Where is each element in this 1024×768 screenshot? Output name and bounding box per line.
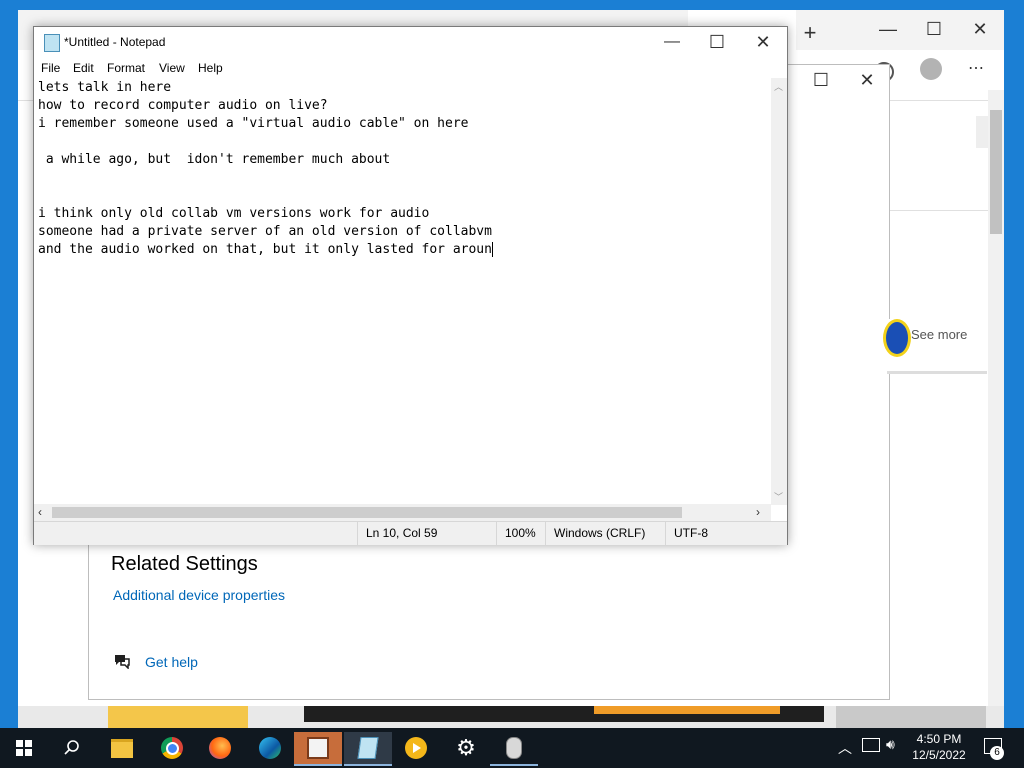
- network-icon[interactable]: [862, 738, 880, 752]
- taskbar: ⚙ ︿ 🔊︎ 4:50 PM 12/5/2022 6: [0, 728, 1024, 768]
- profile-avatar-icon[interactable]: [920, 58, 942, 80]
- text-editor-area[interactable]: lets talk in here how to record computer…: [38, 79, 772, 529]
- file-explorer-button[interactable]: [98, 732, 146, 764]
- promo-banner: [108, 706, 248, 728]
- text-line: how to record computer audio on live?: [38, 98, 328, 113]
- window-title: *Untitled - Notepad: [64, 35, 166, 49]
- search-button[interactable]: [48, 732, 96, 764]
- folder-icon: [111, 738, 133, 758]
- clock[interactable]: 4:50 PM 12/5/2022: [912, 731, 966, 763]
- new-tab-icon[interactable]: +: [790, 18, 830, 48]
- text-line: i remember someone used a "virtual audio…: [38, 116, 469, 131]
- browser-page-content-strip: [18, 706, 1004, 728]
- minimize-icon[interactable]: —: [868, 14, 908, 44]
- windows-logo-icon: [16, 740, 32, 756]
- maximize-icon[interactable]: ☐: [697, 27, 737, 57]
- settings-button[interactable]: ⚙: [442, 732, 490, 764]
- globe-icon: [883, 319, 911, 357]
- maximize-icon[interactable]: ☐: [914, 14, 954, 44]
- menu-view[interactable]: View: [159, 58, 185, 78]
- help-chat-icon: [113, 653, 130, 670]
- promo-banner-grey: [836, 706, 986, 728]
- notepad-window: *Untitled - Notepad — ☐ ✕ File Edit Form…: [33, 26, 788, 545]
- zoom-level: 100%: [496, 522, 536, 545]
- chrome-button[interactable]: [148, 732, 196, 764]
- player-button[interactable]: [392, 732, 440, 764]
- scroll-down-icon[interactable]: ﹀: [774, 490, 783, 503]
- speaker-app-button[interactable]: [490, 732, 538, 766]
- menu-file[interactable]: File: [41, 58, 60, 78]
- text-line: i think only old collab vm versions work…: [38, 206, 430, 221]
- play-icon: [405, 737, 427, 759]
- promo-banner-orange: [594, 706, 780, 714]
- edge-icon: [259, 737, 281, 759]
- menu-help[interactable]: Help: [198, 58, 223, 78]
- start-button[interactable]: [0, 732, 48, 764]
- clock-time: 4:50 PM: [916, 732, 962, 746]
- notepad-title-bar[interactable]: *Untitled - Notepad — ☐ ✕: [34, 27, 787, 58]
- edge-button[interactable]: [246, 732, 294, 764]
- menu-bar: File Edit Format View Help: [34, 58, 787, 78]
- chevron-up-icon[interactable]: ︿: [838, 738, 852, 758]
- text-line: a while ago, but idon't remember much ab…: [38, 152, 391, 167]
- firefox-icon: [209, 737, 231, 759]
- divider: [888, 210, 988, 211]
- notepad-taskbar-button[interactable]: [344, 732, 392, 766]
- menu-edit[interactable]: Edit: [73, 58, 94, 78]
- encoding: UTF-8: [665, 522, 708, 545]
- notepad-icon: [357, 737, 379, 759]
- close-icon[interactable]: ✕: [960, 14, 1000, 44]
- gear-icon: ⚙: [456, 735, 476, 760]
- text-cursor: [491, 242, 493, 257]
- vertical-scrollbar[interactable]: ︿ ﹀: [771, 78, 787, 505]
- related-settings-heading: Related Settings: [111, 553, 258, 575]
- side-panel-edge: [976, 116, 988, 148]
- line-ending: Windows (CRLF): [545, 522, 645, 545]
- chrome-icon: [161, 737, 183, 759]
- notification-badge: 6: [990, 746, 1004, 760]
- notepad-app-icon: [44, 34, 60, 52]
- see-more-label: See more: [911, 327, 968, 342]
- horizontal-scroll-thumb[interactable]: [52, 507, 682, 518]
- text-line: [38, 133, 772, 151]
- get-help-link[interactable]: Get help: [145, 654, 198, 670]
- cursor-position: Ln 10, Col 59: [357, 522, 437, 545]
- settings-close-icon[interactable]: ✕: [847, 65, 887, 95]
- scroll-right-icon[interactable]: ›: [756, 504, 760, 521]
- text-line: lets talk in here: [38, 80, 172, 95]
- media-app-icon: [307, 737, 329, 759]
- more-options-icon[interactable]: ⋯: [956, 54, 996, 84]
- browser-scroll-thumb[interactable]: [990, 110, 1002, 234]
- additional-device-properties-link[interactable]: Additional device properties: [113, 587, 285, 603]
- menu-format[interactable]: Format: [107, 58, 145, 78]
- text-line: [38, 169, 772, 187]
- status-bar: Ln 10, Col 59 100% Windows (CRLF) UTF-8: [34, 521, 787, 545]
- speaker-app-icon: [506, 737, 522, 759]
- clock-date: 12/5/2022: [912, 748, 966, 762]
- see-more-card[interactable]: See more: [883, 319, 987, 374]
- horizontal-scrollbar[interactable]: ‹ ›: [34, 504, 771, 521]
- minimize-icon[interactable]: —: [652, 27, 692, 57]
- volume-icon[interactable]: 🔊︎: [886, 736, 895, 753]
- settings-maximize-icon[interactable]: ☐: [801, 65, 841, 95]
- text-line: someone had a private server of an old v…: [38, 224, 492, 239]
- text-line: [38, 187, 772, 205]
- text-line: and the audio worked on that, but it onl…: [38, 242, 492, 257]
- scroll-left-icon[interactable]: ‹: [38, 504, 42, 521]
- media-app-button[interactable]: [294, 732, 342, 766]
- scroll-up-icon[interactable]: ︿: [774, 80, 783, 93]
- search-icon: [64, 740, 79, 755]
- close-icon[interactable]: ✕: [743, 27, 783, 57]
- firefox-button[interactable]: [196, 732, 244, 764]
